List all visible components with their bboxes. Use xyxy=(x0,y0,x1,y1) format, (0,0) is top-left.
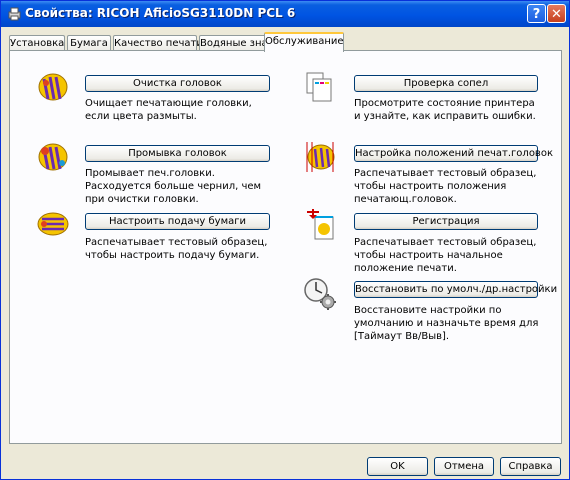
nozzle-check-description: Просмотрите состояние принтера и узнайте… xyxy=(354,98,536,122)
tab-watermarks[interactable]: Водяные знаки xyxy=(199,35,280,51)
paper-feed-button[interactable]: Настроить подачу бумаги xyxy=(85,213,270,230)
clock-gear-icon xyxy=(304,278,336,310)
tab-setup[interactable]: Установка xyxy=(9,35,65,51)
tab-paper[interactable]: Бумага xyxy=(67,35,111,51)
print-head-icon xyxy=(38,143,68,171)
print-head-icon xyxy=(38,73,68,101)
tab-print-quality[interactable]: Качество печати xyxy=(113,35,203,51)
head-alignment-icon xyxy=(306,142,335,172)
nozzle-check-icon xyxy=(306,72,332,102)
head-flushing-button[interactable]: Промывка головок xyxy=(85,145,270,162)
printer-properties-dialog: Свойства: RICOH AficioSG3110DN PCL 6 ? ✕… xyxy=(0,0,570,480)
head-flushing-description: Промывает печ.головки. Расходуется больш… xyxy=(85,168,262,205)
paper-feed-description: Распечатывает тестовый образец, чтобы на… xyxy=(85,237,268,261)
printer-icon xyxy=(8,7,21,21)
window-title: Свойства: RICOH AficioSG3110DN PCL 6 xyxy=(25,6,296,20)
restore-defaults-button[interactable]: Восстановить по умолч./др.настройки xyxy=(354,281,557,298)
title-bar[interactable]: Свойства: RICOH AficioSG3110DN PCL 6 ? ✕ xyxy=(1,1,569,27)
registration-icon xyxy=(307,209,334,240)
head-cleaning-description: Очищает печатающие головки, если цвета р… xyxy=(85,98,252,122)
close-button[interactable]: ✕ xyxy=(547,4,566,23)
restore-defaults-description: Восстановите настройки по умолчанию и на… xyxy=(354,305,539,342)
tab-maintenance[interactable]: Обслуживание xyxy=(264,32,344,52)
help-title-button[interactable]: ? xyxy=(527,4,546,23)
registration-description: Распечатывает тестовый образец, чтобы на… xyxy=(354,237,537,274)
registration-button[interactable]: Регистрация xyxy=(354,213,538,230)
ok-button[interactable]: OK xyxy=(367,457,428,476)
head-position-description: Распечатывает тестовый образец, чтобы на… xyxy=(354,168,537,205)
head-position-button[interactable]: Настройка положений печат.головок xyxy=(354,145,553,162)
help-button[interactable]: Справка xyxy=(500,457,561,476)
nozzle-check-button[interactable]: Проверка сопел xyxy=(354,75,538,92)
maintenance-panel: Очистка головок Очищает печатающие голов… xyxy=(9,50,562,444)
cancel-button[interactable]: Отмена xyxy=(434,457,494,476)
head-cleaning-button[interactable]: Очистка головок xyxy=(85,75,270,92)
paper-feed-icon xyxy=(37,212,69,236)
